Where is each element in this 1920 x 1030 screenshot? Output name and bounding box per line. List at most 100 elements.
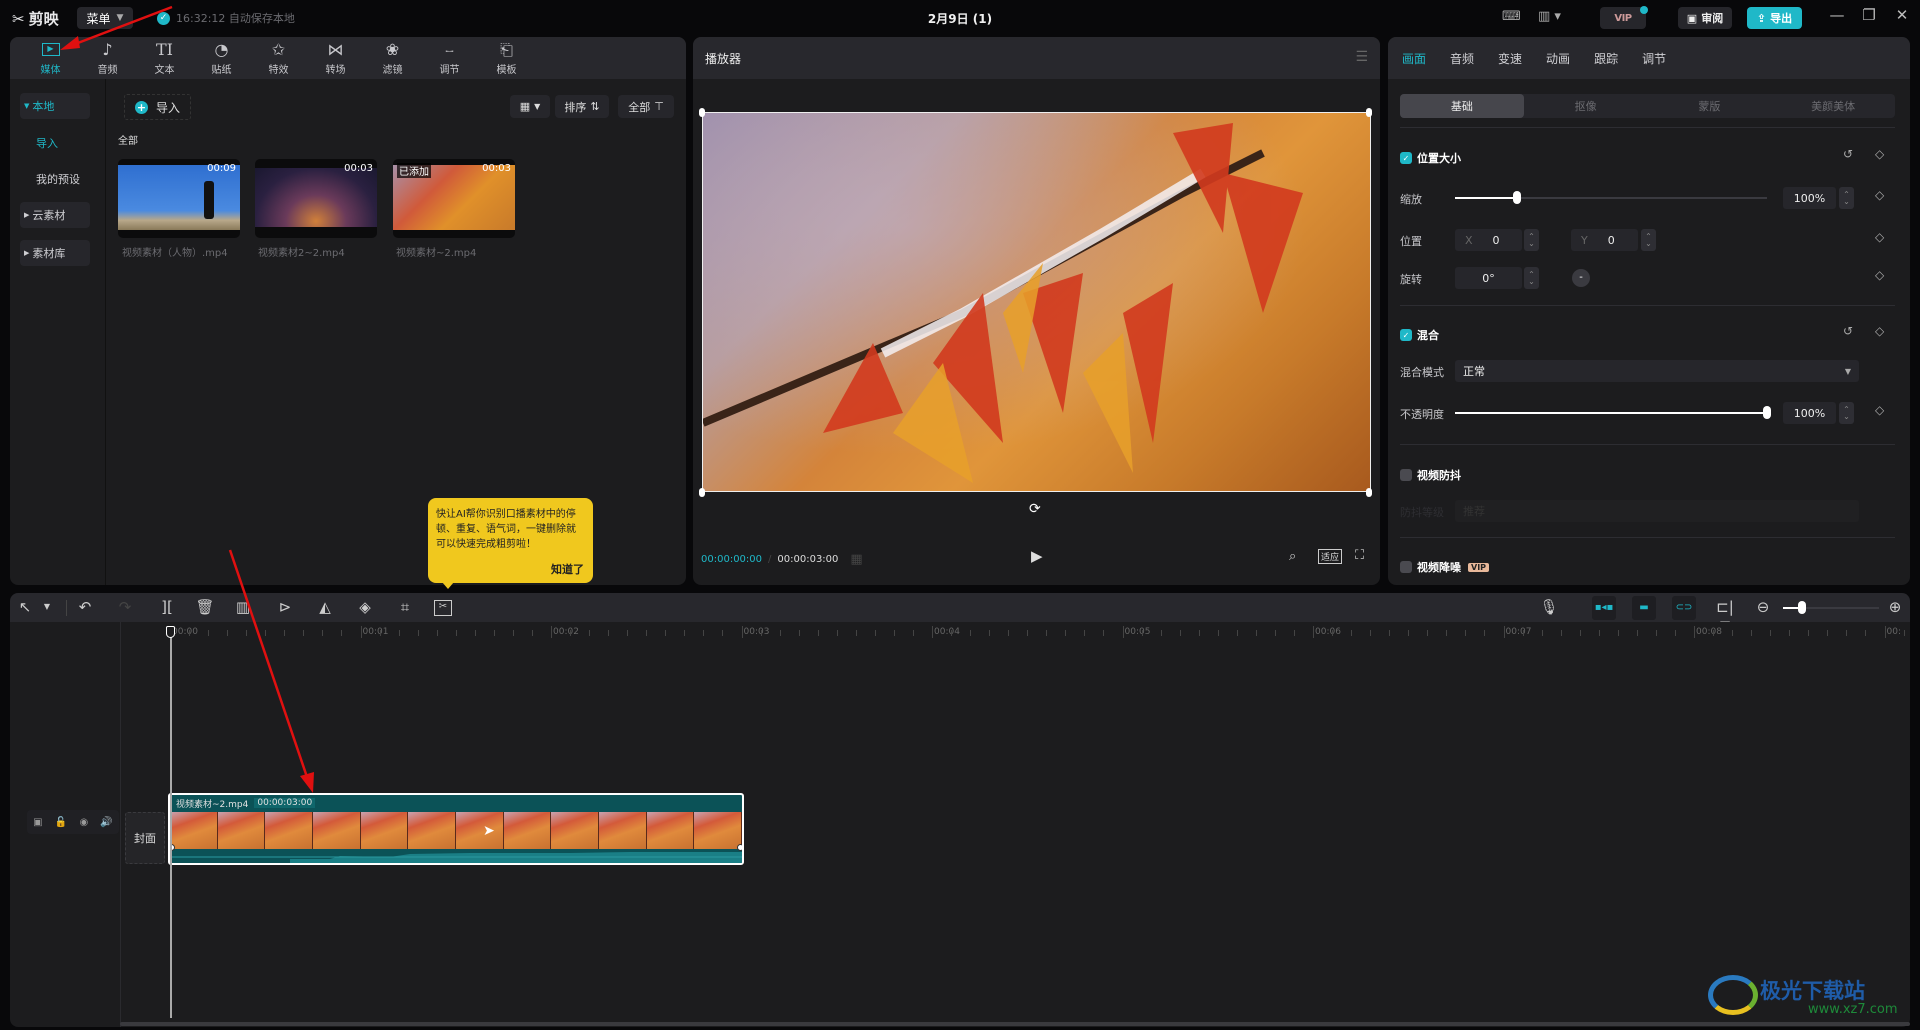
reset-icon[interactable]: ↺ [1843, 147, 1853, 161]
tab-audio-props[interactable]: 音频 [1450, 50, 1474, 67]
tab-transition[interactable]: ⋈ 转场 [307, 37, 364, 79]
speaker-icon[interactable]: 🔊 [100, 817, 112, 828]
crop-handle[interactable] [699, 108, 705, 117]
denoise-checkbox[interactable] [1400, 561, 1412, 573]
media-item[interactable]: 00:03 [255, 159, 377, 238]
blend-checkbox[interactable]: ✓ [1400, 329, 1412, 341]
split-icon[interactable]: ][ [156, 598, 178, 616]
rotation-stepper[interactable]: ⌃ ⌄ [1524, 267, 1539, 289]
timeline-zoom-knob[interactable] [1798, 601, 1807, 614]
rotate-preview-icon[interactable]: ⟳ [1029, 501, 1041, 517]
keyboard-shortcut-icon[interactable]: ⌨ [1502, 9, 1521, 24]
delete-icon[interactable]: 🗑 [194, 598, 216, 616]
got-it-button[interactable]: 知道了 [551, 562, 584, 577]
tab-adjust[interactable]: ⧿ 调节 [421, 37, 478, 79]
position-x-stepper[interactable]: ⌃ ⌄ [1524, 229, 1539, 251]
lock-icon[interactable]: 🔓 [55, 817, 67, 828]
subtab-basic[interactable]: 基础 [1400, 94, 1524, 118]
keyframe-icon[interactable]: ◇ [1875, 403, 1884, 417]
keyframe-icon[interactable]: ◇ [1875, 230, 1884, 244]
zoom-in-icon[interactable]: ⊕ [1884, 598, 1906, 616]
tab-adjustment[interactable]: 调节 [1642, 50, 1666, 67]
playhead[interactable] [170, 630, 172, 1018]
subtab-cutout[interactable]: 抠像 [1524, 94, 1648, 118]
tab-audio[interactable]: ♪ 音频 [79, 37, 136, 79]
play-button[interactable]: ▶ [1031, 547, 1043, 565]
position-size-checkbox[interactable]: ✓ [1400, 152, 1412, 164]
subtab-mask[interactable]: 蒙版 [1648, 94, 1772, 118]
opacity-input[interactable]: 100% [1783, 402, 1836, 424]
keyframe-icon[interactable]: ◇ [1875, 147, 1884, 161]
view-mode-button[interactable]: ▦ ▼ [510, 95, 550, 118]
tab-filter[interactable]: ❀ 滤镜 [364, 37, 421, 79]
stabilize-checkbox[interactable] [1400, 469, 1412, 481]
link-icon[interactable]: ⊂⊃ [1672, 596, 1696, 620]
tab-template[interactable]: ⎗ 模板 [478, 37, 535, 79]
tab-media[interactable]: ▶ 媒体 [22, 37, 79, 79]
filter-button[interactable]: 全部 ⊤ [618, 95, 674, 118]
sidebar-item-presets[interactable]: 我的预设 [20, 166, 90, 192]
sidebar-item-import[interactable]: 导入 [20, 130, 90, 156]
subtab-beauty[interactable]: 美颜美体 [1771, 94, 1895, 118]
reset-icon[interactable]: ↺ [1843, 324, 1853, 338]
keyframe-icon[interactable]: ◇ [1875, 324, 1884, 338]
mirror-icon[interactable]: ◭ [314, 598, 336, 616]
sidebar-item-local[interactable]: ▼ 本地 [20, 93, 90, 119]
crop-handle[interactable] [1366, 488, 1372, 497]
eye-icon[interactable]: ◉ [79, 817, 88, 828]
timeline-scrollbar[interactable] [120, 1022, 1910, 1026]
trim-handle-right[interactable] [737, 844, 742, 851]
zoom-out-icon[interactable]: ⊖ [1752, 598, 1774, 616]
reverse-play-icon[interactable]: ⊳ [274, 598, 296, 616]
fit-button[interactable]: 适应 [1318, 549, 1343, 564]
fullscreen-icon[interactable]: ⛶ [1355, 548, 1364, 563]
playhead-handle[interactable] [166, 626, 175, 638]
frame-grid-icon[interactable]: ▦ [850, 552, 862, 567]
menu-icon[interactable]: ☰ [1355, 49, 1368, 65]
undo-icon[interactable]: ↶ [74, 598, 96, 616]
auto-snap-icon[interactable]: ▬ [1632, 596, 1656, 620]
time-ruler[interactable]: 00:00 00:01 00:02 00:03 00:04 00:05 00:06 00:07… [10, 622, 1910, 644]
video-preview[interactable] [702, 112, 1371, 492]
select-tool-icon[interactable]: ↖ [14, 598, 36, 616]
zoom-preview-icon[interactable]: ⌕ [1289, 549, 1296, 564]
scale-stepper[interactable]: ⌃ ⌄ [1839, 187, 1854, 209]
sidebar-item-library[interactable]: ▶ 素材库 [20, 240, 90, 266]
crop-handle[interactable] [699, 488, 705, 497]
main-track-magnet-icon[interactable]: ▪◂▪ [1592, 596, 1616, 620]
close-button[interactable]: ✕ [1891, 6, 1913, 24]
cover-button[interactable]: 封面 [125, 812, 165, 864]
import-button[interactable]: + 导入 [124, 94, 192, 120]
crop-handle[interactable] [1366, 108, 1372, 117]
video-clip[interactable]: 视频素材~2.mp4 00:00:03:00 [168, 793, 744, 865]
tab-text[interactable]: TI 文本 [136, 37, 193, 79]
tab-animation[interactable]: 动画 [1546, 50, 1570, 67]
export-button[interactable]: ⇪ 导出 [1747, 7, 1802, 29]
opacity-stepper[interactable]: ⌃ ⌄ [1839, 402, 1854, 424]
freeze-frame-icon[interactable]: ▥ [232, 598, 254, 616]
crop-icon[interactable]: ⌗ [394, 598, 416, 616]
media-item[interactable]: 已添加 00:03 [393, 159, 515, 238]
media-item[interactable]: 00:09 [118, 159, 240, 238]
minimize-button[interactable]: — [1826, 6, 1848, 24]
sidebar-item-cloud[interactable]: ▶ 云素材 [20, 202, 90, 228]
position-y-input[interactable]: Y0 [1571, 229, 1638, 251]
keyframe-icon[interactable]: ◇ [1875, 188, 1884, 202]
scale-input[interactable]: 100% [1783, 187, 1836, 209]
smart-cut-icon[interactable]: ✂ [434, 600, 452, 616]
tab-tracking[interactable]: 跟踪 [1594, 50, 1618, 67]
rotation-input[interactable]: 0° [1455, 267, 1522, 289]
blend-mode-select[interactable]: 正常 ▼ [1455, 360, 1859, 382]
layout-icon[interactable]: ▥ ▾ [1538, 9, 1561, 24]
track-cover-icon[interactable]: ▣ [33, 817, 42, 828]
rotate-icon[interactable]: ◈ [354, 598, 376, 616]
microphone-icon[interactable]: 🎙 [1538, 598, 1560, 616]
chevron-down-icon[interactable]: ▼ [36, 602, 58, 611]
sort-button[interactable]: 排序 ⇅ [555, 95, 609, 118]
position-x-input[interactable]: X0 [1455, 229, 1522, 251]
redo-icon[interactable]: ↷ [114, 598, 136, 616]
tab-speed[interactable]: 变速 [1498, 50, 1522, 67]
opacity-slider-knob[interactable] [1763, 406, 1771, 419]
keyframe-icon[interactable]: ◇ [1875, 268, 1884, 282]
review-button[interactable]: ▣ 审阅 [1678, 7, 1732, 29]
